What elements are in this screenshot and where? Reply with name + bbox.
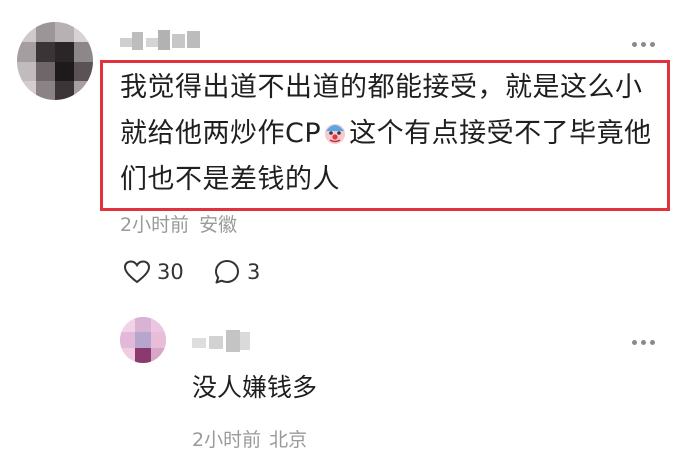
username-pixel	[226, 330, 240, 352]
avatar-pixel	[17, 22, 36, 42]
avatar-pixel	[55, 81, 74, 100]
username-pixel	[172, 34, 185, 48]
avatar-pixel	[151, 317, 166, 332]
avatar-pixel	[17, 81, 36, 100]
username-pixel	[209, 336, 223, 349]
avatar-pixel	[74, 81, 93, 100]
like-count: 30	[157, 260, 184, 284]
avatar-pixel	[151, 332, 166, 348]
comment-line-2b: 这个有点接受不了毕竟他	[349, 118, 652, 149]
username-pixel	[120, 38, 132, 47]
avatar-pixel	[55, 62, 74, 81]
comment-line-1: 我觉得出道不出道的都能接受，就是这么小	[120, 72, 643, 103]
reply-meta: 2小时前 北京	[192, 425, 307, 452]
avatar-pixel	[120, 348, 135, 363]
like-button[interactable]: 30	[124, 258, 184, 286]
username-pixel	[240, 332, 250, 350]
username-pixel	[158, 30, 170, 50]
avatar-pixel	[36, 62, 55, 81]
avatar-pixel	[135, 348, 151, 363]
reply-count: 3	[247, 260, 261, 284]
avatar-pixel	[74, 42, 93, 62]
comment-text: 我觉得出道不出道的都能接受，就是这么小 就给他两炒作CP 这个有点接受不了毕竟他…	[120, 65, 660, 203]
clown-face-icon	[325, 124, 346, 144]
comment-meta: 2小时前 安徽	[120, 210, 237, 237]
reply-username-blurred[interactable]	[192, 328, 252, 356]
avatar-pixel	[36, 42, 55, 62]
reply-more-options-icon[interactable]	[632, 340, 656, 346]
avatar-pixel	[135, 332, 151, 348]
comment-line-3: 们也不是差钱的人	[120, 164, 340, 195]
avatar-pixel	[120, 332, 135, 348]
avatar-pixel	[120, 317, 135, 332]
avatar-pixel	[74, 22, 93, 42]
username-pixel	[146, 38, 158, 47]
avatar-pixel	[135, 317, 151, 332]
username-blurred[interactable]	[120, 28, 204, 54]
avatar-pixel	[17, 42, 36, 62]
reply-time: 2小时前	[192, 429, 262, 451]
comment-location: 安徽	[199, 214, 238, 236]
avatar-pixel	[151, 348, 166, 363]
comment-line-2: 就给他两炒作CP 这个有点接受不了毕竟他	[120, 111, 660, 157]
heart-icon	[124, 260, 150, 284]
avatar-pixel	[36, 22, 55, 42]
comment-bubble-icon	[215, 260, 239, 284]
avatar-pixel	[17, 62, 36, 81]
reply-button[interactable]: 3	[214, 258, 260, 286]
reply-text: 没人嫌钱多	[192, 373, 318, 402]
username-pixel	[132, 32, 143, 50]
reply-avatar[interactable]	[120, 317, 166, 363]
avatar-pixel	[55, 22, 74, 42]
more-options-icon[interactable]	[632, 42, 656, 48]
username-pixel	[187, 31, 200, 48]
avatar-pixel	[55, 42, 74, 62]
reply-location: 北京	[269, 429, 308, 451]
avatar-pixel	[74, 62, 93, 81]
avatar-pixel	[36, 81, 55, 100]
comment-line-2a: 就给他两炒作CP	[120, 118, 322, 149]
username-pixel	[192, 338, 206, 348]
comment-time: 2小时前	[120, 214, 190, 236]
avatar[interactable]	[17, 22, 93, 100]
